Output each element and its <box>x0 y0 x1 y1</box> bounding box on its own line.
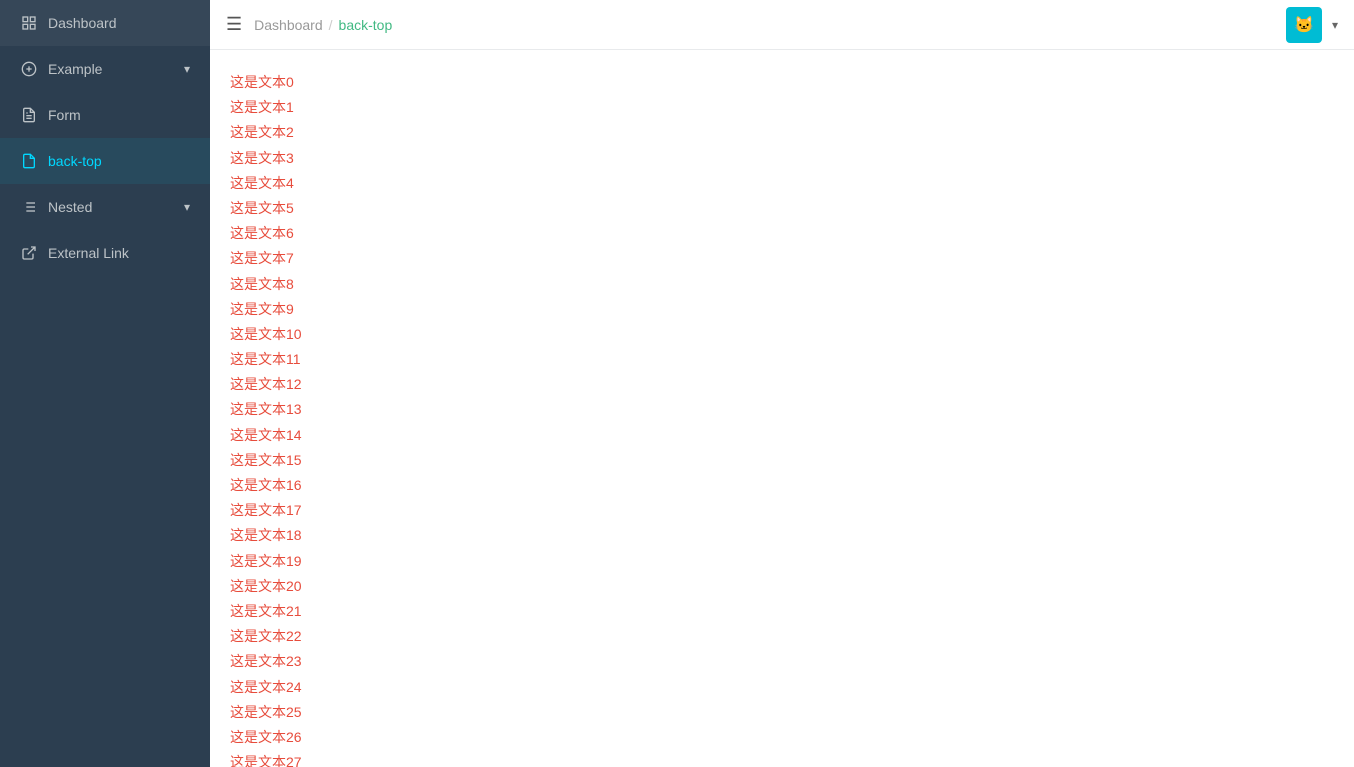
sidebar-item-label-dashboard: Dashboard <box>48 15 190 31</box>
sidebar-item-label-back-top: back-top <box>48 153 190 169</box>
sidebar: Dashboard Example ▾ Form back-top Nested ▾ Exte… <box>0 0 210 767</box>
nested-chevron-icon: ▾ <box>184 200 190 214</box>
dashboard-icon <box>20 14 38 32</box>
example-chevron-icon: ▾ <box>184 62 190 76</box>
sidebar-item-back-top[interactable]: back-top <box>0 138 210 184</box>
form-icon <box>20 106 38 124</box>
list-item: 这是文本9 <box>230 297 1334 322</box>
list-item: 这是文本20 <box>230 574 1334 599</box>
header: ☰ Dashboard / back-top 🐱 ▾ <box>210 0 1354 50</box>
list-item: 这是文本12 <box>230 372 1334 397</box>
external-link-icon <box>20 244 38 262</box>
list-item: 这是文本2 <box>230 120 1334 145</box>
breadcrumb-root: Dashboard <box>254 17 323 33</box>
list-item: 这是文本26 <box>230 725 1334 750</box>
breadcrumb-separator: / <box>329 17 333 33</box>
avatar[interactable]: 🐱 <box>1286 7 1322 43</box>
list-item: 这是文本25 <box>230 700 1334 725</box>
list-item: 这是文本3 <box>230 146 1334 171</box>
content-area: 这是文本0这是文本1这是文本2这是文本3这是文本4这是文本5这是文本6这是文本7… <box>210 50 1354 767</box>
list-item: 这是文本13 <box>230 397 1334 422</box>
avatar-icon: 🐱 <box>1294 15 1314 35</box>
sidebar-item-external-link[interactable]: External Link <box>0 230 210 276</box>
list-item: 这是文本27 <box>230 750 1334 767</box>
list-item: 这是文本7 <box>230 246 1334 271</box>
main-area: ☰ Dashboard / back-top 🐱 ▾ 这是文本0这是文本1这是文… <box>210 0 1354 767</box>
nested-icon <box>20 198 38 216</box>
list-item: 这是文本10 <box>230 322 1334 347</box>
sidebar-item-label-nested: Nested <box>48 199 174 215</box>
back-top-icon <box>20 152 38 170</box>
list-item: 这是文本11 <box>230 347 1334 372</box>
list-item: 这是文本17 <box>230 498 1334 523</box>
list-item: 这是文本5 <box>230 196 1334 221</box>
breadcrumb: Dashboard / back-top <box>254 17 392 33</box>
header-right: 🐱 ▾ <box>1286 7 1338 43</box>
list-item: 这是文本4 <box>230 171 1334 196</box>
example-icon <box>20 60 38 78</box>
list-item: 这是文本14 <box>230 423 1334 448</box>
list-item: 这是文本21 <box>230 599 1334 624</box>
sidebar-item-dashboard[interactable]: Dashboard <box>0 0 210 46</box>
list-item: 这是文本19 <box>230 549 1334 574</box>
sidebar-item-nested[interactable]: Nested ▾ <box>0 184 210 230</box>
menu-icon[interactable]: ☰ <box>226 14 242 35</box>
list-item: 这是文本22 <box>230 624 1334 649</box>
sidebar-item-form[interactable]: Form <box>0 92 210 138</box>
breadcrumb-current: back-top <box>339 17 393 33</box>
chevron-down-icon[interactable]: ▾ <box>1332 18 1338 32</box>
sidebar-item-label-form: Form <box>48 107 190 123</box>
sidebar-item-label-external-link: External Link <box>48 245 190 261</box>
list-item: 这是文本24 <box>230 675 1334 700</box>
sidebar-item-example[interactable]: Example ▾ <box>0 46 210 92</box>
list-item: 这是文本1 <box>230 95 1334 120</box>
list-item: 这是文本15 <box>230 448 1334 473</box>
list-item: 这是文本6 <box>230 221 1334 246</box>
list-item: 这是文本23 <box>230 649 1334 674</box>
list-item: 这是文本8 <box>230 272 1334 297</box>
list-item: 这是文本16 <box>230 473 1334 498</box>
list-item: 这是文本0 <box>230 70 1334 95</box>
list-item: 这是文本18 <box>230 523 1334 548</box>
sidebar-item-label-example: Example <box>48 61 174 77</box>
